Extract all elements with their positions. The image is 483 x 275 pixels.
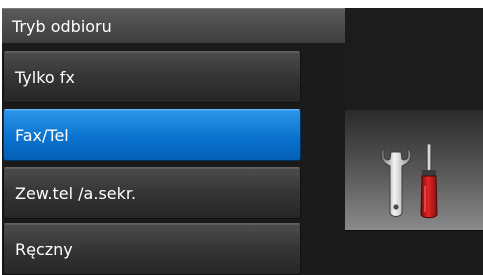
side-panel-footer <box>345 230 483 275</box>
menu-item-tylko-fx[interactable]: Tylko fx <box>3 51 301 103</box>
wrench-icon <box>380 146 412 217</box>
screwdriver-icon <box>420 143 438 219</box>
tools-icon[interactable] <box>378 142 446 222</box>
title-bar: Tryb odbioru <box>2 8 345 44</box>
menu-item-fax-tel[interactable]: Fax/Tel <box>3 109 301 161</box>
lcd-screen: Tryb odbioru Tylko fx Fax/Tel Zew.tel /a… <box>0 0 483 275</box>
page-title: Tryb odbioru <box>12 17 112 36</box>
menu-item-label: Tylko fx <box>15 68 75 87</box>
menu-item-label: Zew.tel /a.sekr. <box>15 184 137 203</box>
menu-item-label: Ręczny <box>15 240 73 259</box>
menu-item-label: Fax/Tel <box>15 126 69 145</box>
menu-item-zew-tel-a-sekr[interactable]: Zew.tel /a.sekr. <box>3 167 301 219</box>
menu-item-reczny[interactable]: Ręczny <box>3 223 301 275</box>
scroll-area[interactable] <box>301 46 345 275</box>
